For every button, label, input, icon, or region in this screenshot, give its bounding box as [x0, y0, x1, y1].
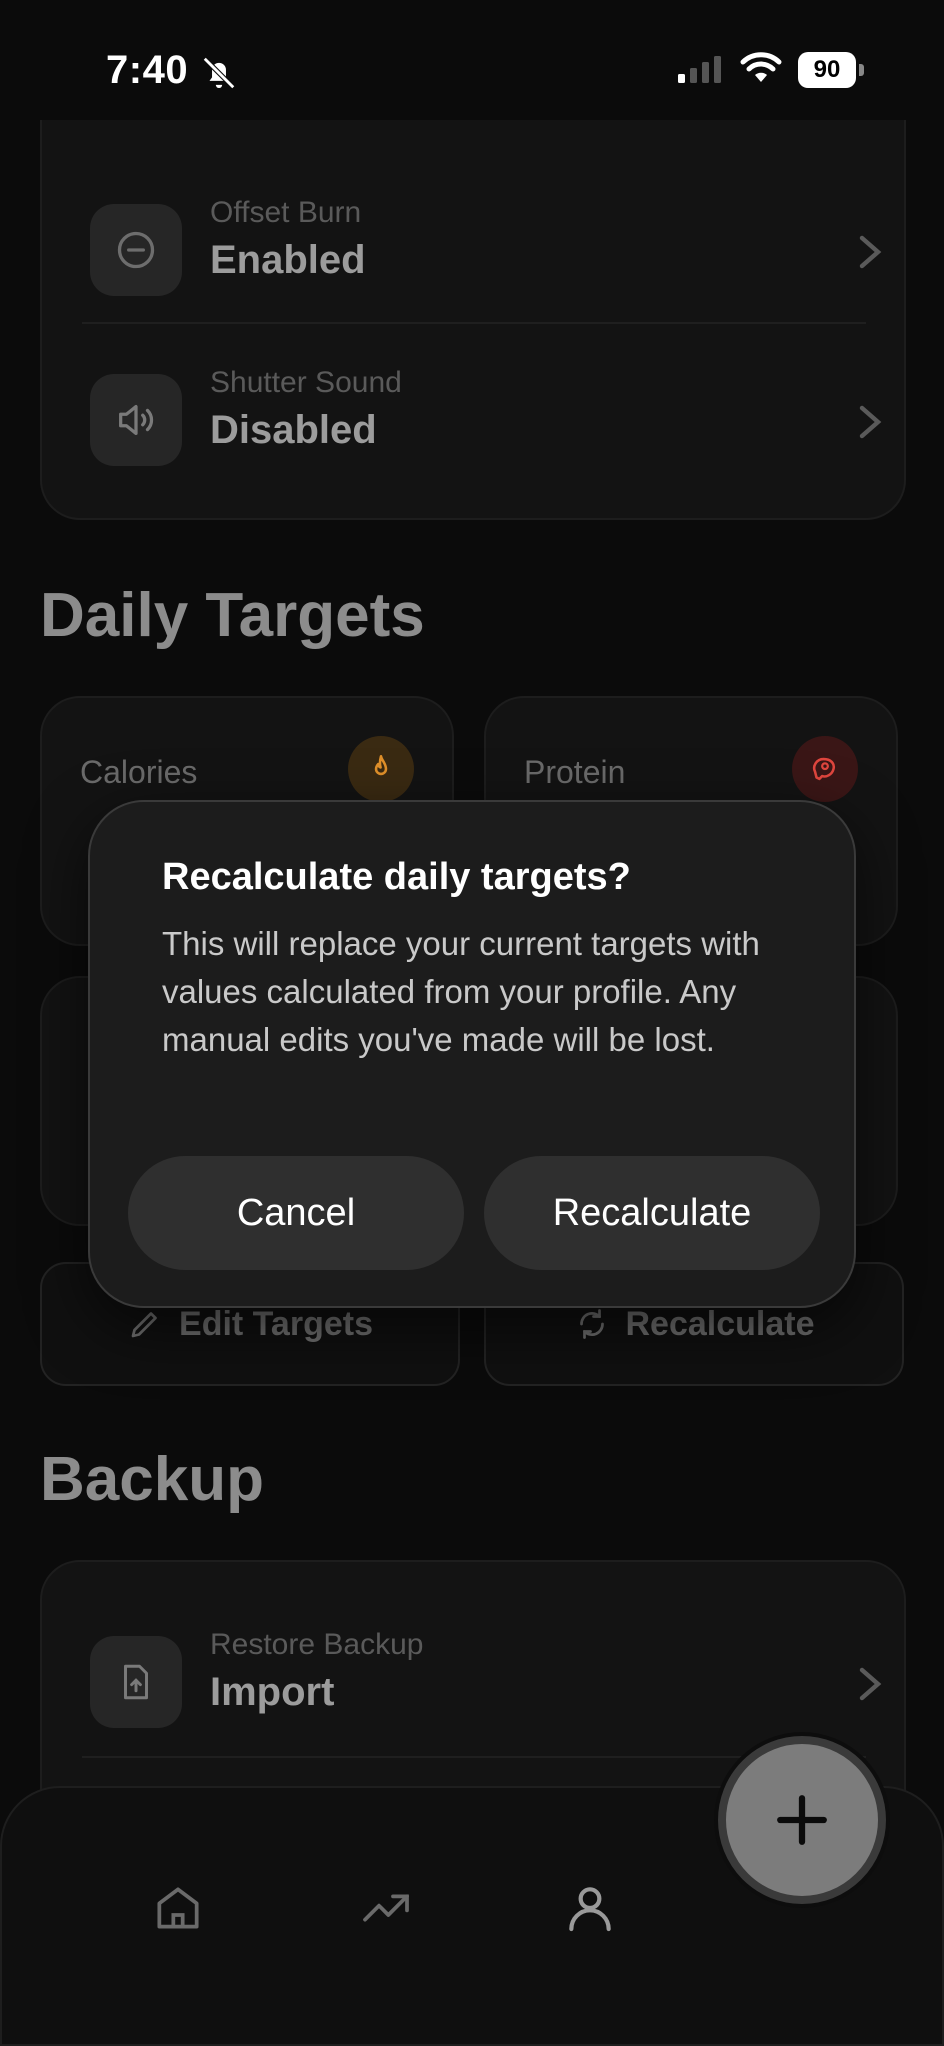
cancel-button[interactable]: Cancel [128, 1156, 464, 1270]
dialog-title: Recalculate daily targets? [162, 856, 631, 898]
confirm-recalculate-button[interactable]: Recalculate [484, 1156, 820, 1270]
recalculate-dialog: Recalculate daily targets? This will rep… [88, 800, 856, 1308]
dialog-message: This will replace your current targets w… [162, 925, 760, 1058]
